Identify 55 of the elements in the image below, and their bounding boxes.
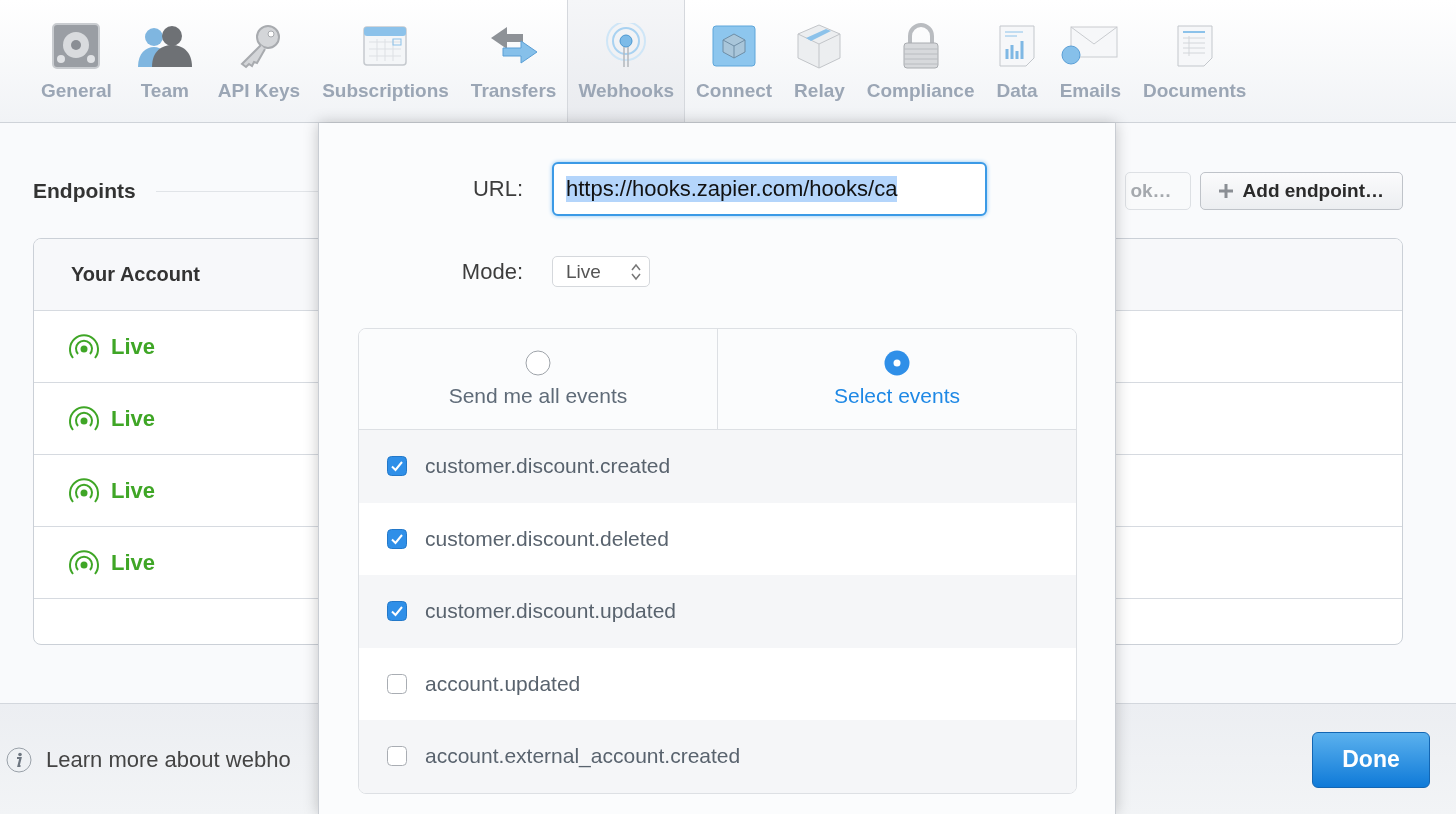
broadcast-icon: [67, 333, 101, 360]
help-text: Learn more about webho: [46, 746, 291, 773]
status-label: Live: [111, 405, 156, 432]
section-title: Endpoints: [33, 179, 136, 203]
nav-tab[interactable]: Transfers: [459, 0, 568, 122]
nav-tab[interactable]: Webhooks: [567, 0, 686, 122]
event-name: customer.discount.deleted: [425, 526, 669, 551]
checkbox[interactable]: [387, 601, 407, 622]
checkbox[interactable]: [387, 673, 407, 694]
updown-caret-icon: [631, 262, 641, 281]
chart-document-icon: [999, 25, 1036, 67]
toolbar-button[interactable]: ok…: [1125, 172, 1191, 210]
nav-tab[interactable]: Relay: [783, 0, 856, 122]
document-icon: [1176, 25, 1213, 67]
event-name: account.external_account.created: [425, 744, 741, 769]
event-name: account.updated: [425, 671, 581, 696]
option-label: Select events: [833, 384, 961, 408]
nav-tab[interactable]: General: [30, 0, 123, 122]
broadcast-icon: [67, 477, 101, 504]
url-label: URL:: [471, 176, 523, 202]
nav-tab[interactable]: Data: [985, 0, 1049, 122]
status-label: Live: [111, 333, 156, 360]
done-button[interactable]: Done: [1312, 731, 1430, 788]
antenna-icon: [604, 23, 649, 69]
event-name: customer.discount.updated: [425, 599, 676, 624]
nav-tab[interactable]: Subscriptions: [311, 0, 460, 122]
nav-tab[interactable]: Emails: [1048, 0, 1132, 122]
event-name: customer.discount.created: [425, 454, 671, 479]
padlock-icon: [900, 23, 941, 69]
add-endpoint-button[interactable]: Add endpoint…: [1199, 172, 1403, 210]
option-label: Send me all events: [448, 384, 628, 408]
calendar-icon: [363, 25, 408, 67]
info-icon: [6, 746, 32, 773]
nav-tab[interactable]: Compliance: [855, 0, 986, 122]
mode-select[interactable]: Live: [552, 256, 650, 287]
radio-button[interactable]: [884, 350, 910, 376]
plus-icon: [1218, 184, 1233, 198]
radio-button[interactable]: [525, 350, 551, 376]
mode-label: Mode:: [460, 258, 523, 285]
checkbox[interactable]: [387, 746, 407, 767]
nav-tab[interactable]: Documents: [1131, 0, 1258, 122]
broadcast-icon: [67, 405, 101, 432]
status-label: Live: [111, 549, 156, 576]
gear-icon: [51, 23, 102, 69]
broadcast-icon: [67, 549, 101, 576]
nav-tab[interactable]: API Keys: [206, 0, 312, 122]
cube-icon: [712, 25, 757, 67]
box-icon: [796, 23, 843, 69]
envelope-icon: [1061, 25, 1120, 67]
checkbox[interactable]: [387, 528, 407, 549]
url-field[interactable]: https://hooks.zapier.com/hooks/ca: [552, 162, 987, 216]
status-label: Live: [111, 477, 156, 504]
nav-tab[interactable]: Connect: [685, 0, 784, 122]
nav-tab[interactable]: Team: [122, 0, 207, 122]
checkbox[interactable]: [387, 456, 407, 477]
